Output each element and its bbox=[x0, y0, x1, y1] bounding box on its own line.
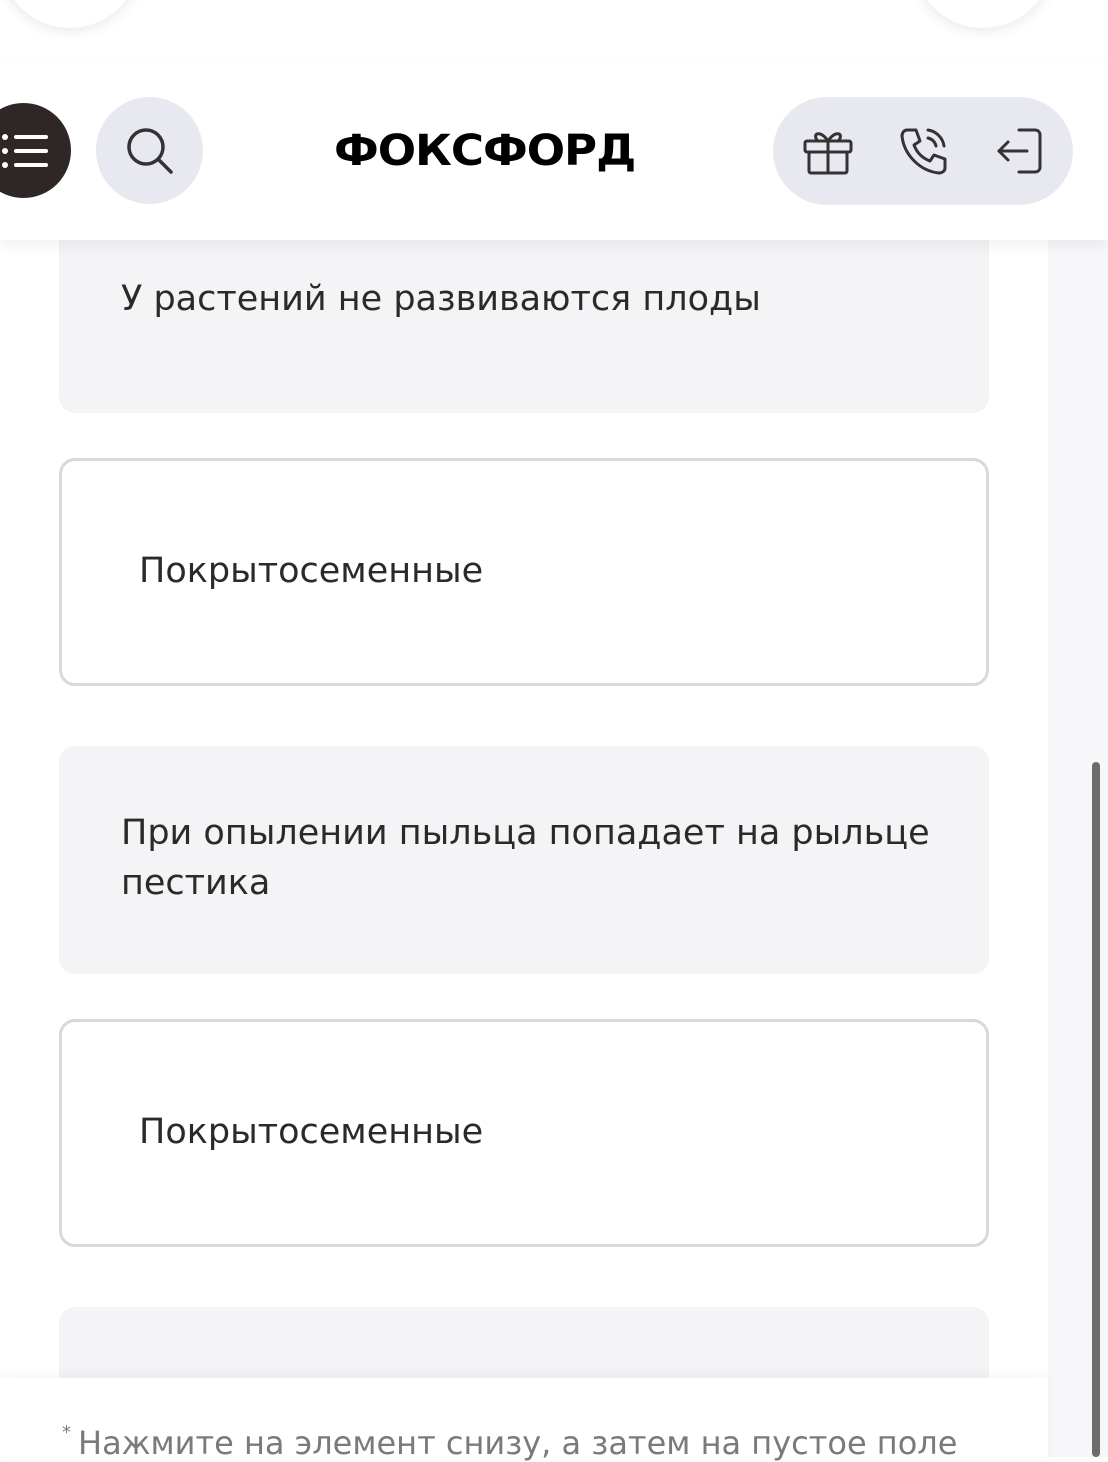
answer-slot[interactable]: Покрытосеменные bbox=[59, 458, 989, 686]
site-header: ФОКСФОРД bbox=[0, 60, 1108, 240]
top-circle-left bbox=[0, 0, 140, 28]
menu-icon bbox=[2, 134, 48, 168]
hint-footer: * Нажмите на элемент снизу, а затем на п… bbox=[0, 1378, 1048, 1462]
hint-marker: * bbox=[62, 1422, 71, 1443]
header-actions bbox=[773, 97, 1073, 205]
statement-text: У растений не развиваются плоды bbox=[121, 279, 761, 319]
statement-text: При опылении пыльца попадает на рыльце п… bbox=[121, 813, 930, 903]
answer-text: Покрытосеменные bbox=[139, 1112, 484, 1152]
search-icon bbox=[127, 128, 173, 174]
gift-icon[interactable] bbox=[801, 124, 855, 178]
login-icon[interactable] bbox=[993, 124, 1047, 178]
site-logo[interactable]: ФОКСФОРД bbox=[334, 116, 660, 186]
answer-text: Покрытосеменные bbox=[139, 551, 484, 591]
phone-icon[interactable] bbox=[897, 124, 951, 178]
hint-text: Нажмите на элемент снизу, а затем на пус… bbox=[78, 1424, 958, 1462]
statement-card: При опылении пыльца попадает на рыльце п… bbox=[59, 746, 989, 974]
scrollbar-thumb[interactable] bbox=[1092, 762, 1100, 1457]
answer-slot[interactable]: Покрытосеменные bbox=[59, 1019, 989, 1247]
search-button[interactable] bbox=[96, 97, 203, 204]
top-circle-right bbox=[913, 0, 1053, 28]
menu-button[interactable] bbox=[0, 103, 71, 198]
